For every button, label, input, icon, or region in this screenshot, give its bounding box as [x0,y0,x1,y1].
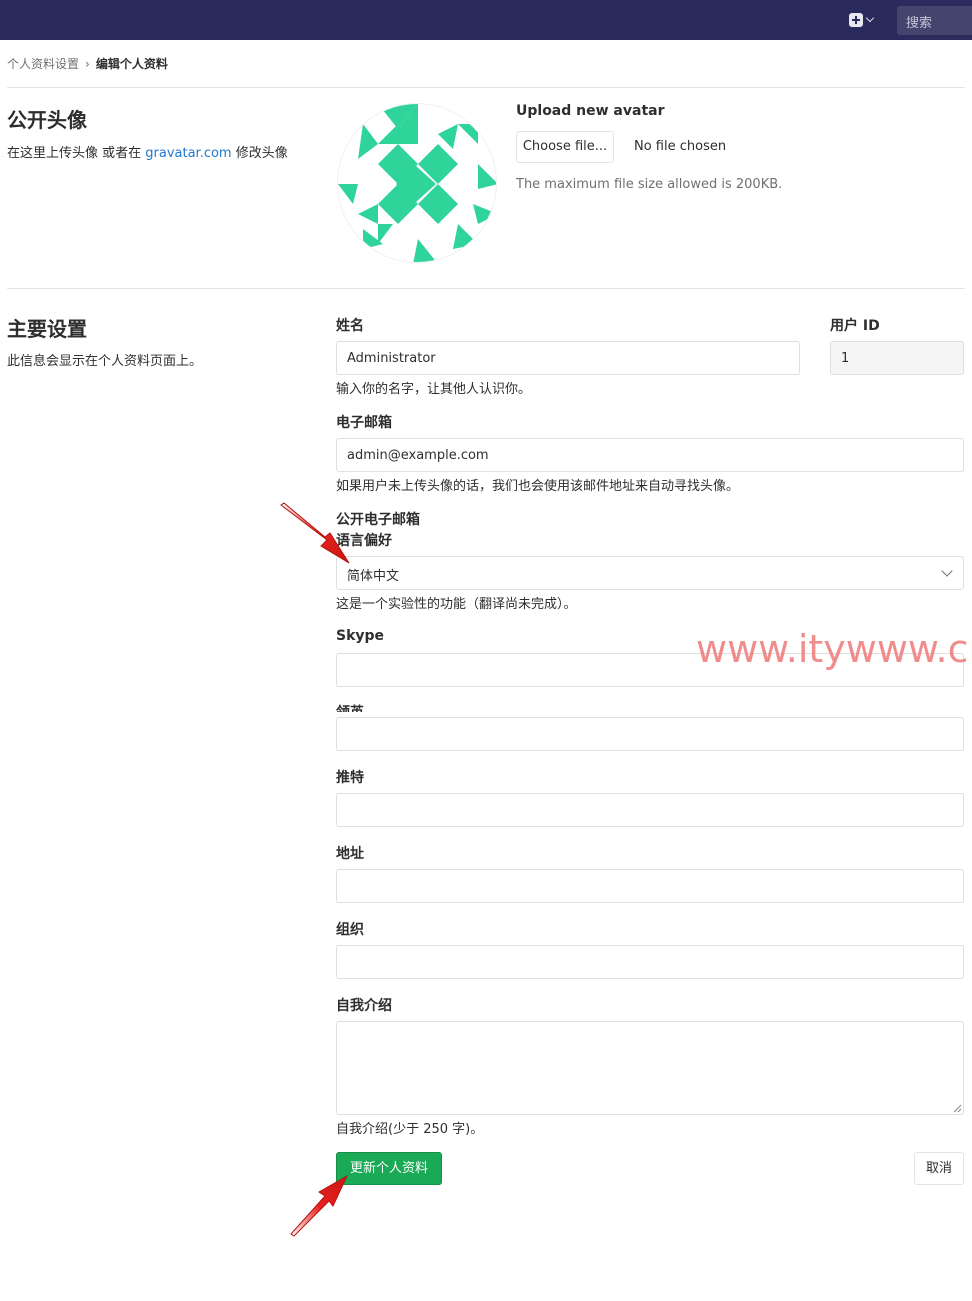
breadcrumb-profile-settings[interactable]: 个人资料设置 [7,55,79,72]
organization-input[interactable] [336,945,964,979]
divider [7,87,965,88]
linkedin-label: 领英 [336,702,364,712]
breadcrumb-current: 编辑个人资料 [95,57,168,71]
linkedin-label-clip: 领英 [336,700,396,712]
new-item-dropdown[interactable] [849,11,883,29]
email-label: 电子邮箱 [336,415,392,431]
gravatar-link[interactable]: gravatar.com [145,146,231,161]
email-input[interactable] [336,438,964,472]
bio-help: 自我介绍(少于 250 字)。 [336,1122,484,1137]
user-id-field [830,341,964,375]
resize-grip-icon[interactable] [953,1104,962,1113]
user-id-label: 用户 ID [830,318,880,334]
breadcrumb: 个人资料设置 › 编辑个人资料 [7,55,168,72]
chevron-down-icon [941,565,953,577]
email-help: 如果用户未上传头像的话，我们也会使用该邮件地址来自动寻找头像。 [336,479,740,494]
no-file-chosen-text: No file chosen [634,139,727,154]
main-settings-desc: 此信息会显示在个人资料页面上。 [7,354,203,369]
twitter-label: 推特 [336,770,364,786]
cancel-button[interactable]: 取消 [914,1152,964,1185]
identicon-image [338,104,496,262]
upload-avatar-title: Upload new avatar [516,103,665,119]
name-help: 输入你的名字，让其他人认识你。 [336,382,532,397]
upload-size-hint: The maximum file size allowed is 200KB. [516,177,783,192]
avatar-section-desc: 在这里上传头像 或者在 gravatar.com 修改头像 [7,142,288,161]
choose-file-button[interactable]: Choose file... [516,131,614,163]
bio-label: 自我介绍 [336,998,392,1014]
annotation-arrow-icon [290,1174,349,1237]
language-selected-value: 简体中文 [347,569,400,584]
top-navbar [0,0,972,40]
avatar [337,103,497,263]
avatar-desc-prefix: 在这里上传头像 或者在 [7,146,146,161]
location-label: 地址 [336,846,364,862]
language-help: 这是一个实验性的功能（翻译尚未完成）。 [336,597,577,612]
twitter-input[interactable] [336,793,964,827]
name-input[interactable] [336,341,800,375]
plus-square-icon [849,13,863,27]
name-label: 姓名 [336,318,364,334]
chevron-down-icon [865,13,875,23]
language-select[interactable]: 简体中文 [336,556,964,590]
avatar-section-title: 公开头像 [7,108,87,132]
divider [7,288,965,289]
main-settings-title: 主要设置 [7,317,87,341]
linkedin-input[interactable] [336,717,964,751]
skype-label: Skype [336,628,385,644]
organization-label: 组织 [336,922,364,938]
annotation-arrow-icon [280,502,350,564]
bio-textarea[interactable] [336,1021,964,1115]
search-input[interactable] [897,6,972,35]
location-input[interactable] [336,869,964,903]
breadcrumb-separator-icon: › [85,56,90,71]
watermark: www.itywww.cn [696,627,972,671]
avatar-desc-suffix: 修改头像 [231,146,288,161]
